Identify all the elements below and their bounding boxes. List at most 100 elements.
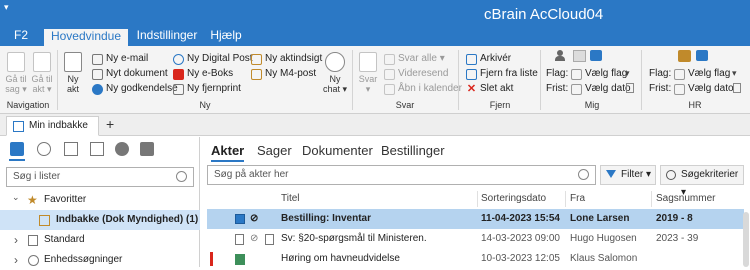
reply-caret-icon: ▾ — [365, 84, 371, 94]
document-tab-my-inbox[interactable]: Min indbakke (1) — [6, 116, 99, 149]
separator — [540, 50, 541, 110]
chevron-down-icon[interactable]: ⌄ — [12, 187, 20, 207]
acts-search-input[interactable]: Søg på akter her — [207, 165, 596, 185]
remove-list-icon — [466, 68, 477, 80]
person-icon — [555, 50, 565, 62]
chevron-right-icon[interactable]: › — [14, 250, 18, 270]
active-view-indicator — [9, 159, 25, 161]
priority-marker — [210, 252, 213, 266]
chevron-right-icon[interactable]: › — [14, 230, 18, 250]
row-title: Høring om havneudvidelse — [281, 253, 400, 264]
mig-more-caret-icon[interactable]: ▾ — [625, 68, 630, 79]
hr-settings-icon[interactable] — [733, 83, 741, 93]
approval-check-icon — [92, 83, 103, 95]
reply-all-button[interactable]: Svar alle ▾ — [384, 53, 445, 65]
hr-flag-select[interactable]: Vælg flag — [688, 68, 730, 80]
separator — [352, 50, 353, 110]
hr-deadline-select[interactable]: Vælg dato — [688, 83, 734, 95]
inbox-download-icon[interactable] — [573, 50, 586, 62]
hr-download-icon[interactable] — [678, 50, 691, 62]
tab-cases[interactable]: Sager — [257, 143, 292, 158]
vertical-scrollbar[interactable] — [743, 212, 749, 267]
row-from: Klaus Salomon — [570, 253, 638, 264]
tab-documents[interactable]: Dokumenter — [302, 143, 373, 158]
remove-from-list-button[interactable]: Fjern fra liste — [466, 68, 538, 80]
calendar-icon — [571, 83, 582, 95]
separator — [641, 50, 642, 110]
tree-view-icon[interactable] — [37, 142, 51, 156]
open-in-calendar-button[interactable]: Åbn i kalender — [384, 83, 462, 95]
acts-search-placeholder: Søg på akter her — [214, 169, 289, 180]
row-checkbox-icon[interactable] — [235, 214, 245, 224]
list-view-icon[interactable] — [64, 142, 78, 156]
documents-view-icon[interactable] — [10, 142, 24, 156]
mig-flag-select[interactable]: Vælg flag — [585, 68, 627, 80]
title-bar: ▾ cBrain AcCloud04 — [0, 0, 750, 27]
tab-hovedvindue[interactable]: Hovedvindue — [44, 27, 128, 46]
delete-item-button[interactable]: ✕ Slet akt — [466, 83, 513, 95]
tree-item-unit-searches[interactable]: › Enhedssøgninger — [0, 250, 200, 270]
column-header-title[interactable]: Titel — [281, 193, 300, 204]
tree-item-favorites[interactable]: ⌄ ★ Favoritter — [0, 190, 200, 210]
row-from: Lone Larsen — [570, 213, 630, 224]
column-header-case-number[interactable]: Sagsnummer — [656, 193, 715, 204]
new-m4-post-button[interactable]: Ny M4-post — [251, 68, 316, 80]
new-chat-button[interactable]: Ny chat ▾ — [320, 52, 350, 94]
group-label-svar: Svar — [395, 100, 415, 110]
new-access-request-button[interactable]: Ny aktindsigt — [251, 53, 322, 65]
tree-item-standard[interactable]: › Standard — [0, 230, 200, 250]
search-criteria-button[interactable]: Søgekriterier ▾ — [660, 165, 744, 198]
reply-button[interactable]: Svar ▾ — [355, 52, 381, 94]
reply-envelope-icon — [359, 52, 377, 72]
reply-all-caret-icon: ▾ — [439, 53, 445, 64]
tab-hjaelp[interactable]: Hjælp — [206, 27, 246, 46]
new-email-button[interactable]: Ny e-mail — [92, 53, 148, 65]
column-header-sort-date[interactable]: Sorteringsdato — [481, 193, 546, 204]
hr-case-folder-icon[interactable] — [696, 50, 708, 61]
list-search-input[interactable]: Søg i lister — [6, 167, 194, 187]
people-view-icon[interactable] — [115, 142, 129, 156]
tab-acts[interactable]: Akter — [211, 143, 244, 158]
new-item-button[interactable]: Ny akt — [60, 52, 86, 94]
inbox-icon — [13, 121, 24, 132]
table-row[interactable]: Høring om havneudvidelse 10-03-2023 12:0… — [207, 249, 744, 269]
new-m4-post-label: Ny M4-post — [265, 68, 317, 79]
goto-case-button[interactable]: Gå til sag ▾ — [4, 52, 28, 94]
search-criteria-icon — [666, 170, 676, 180]
forward-icon — [384, 68, 395, 80]
new-remote-print-button[interactable]: Ny fjernprint — [173, 83, 241, 95]
new-email-label: Ny e-mail — [106, 53, 149, 64]
folders-view-icon[interactable] — [140, 142, 154, 156]
new-approval-button[interactable]: Ny godkendelse — [92, 83, 178, 95]
group-label-hr: HR — [688, 100, 702, 110]
separator — [458, 50, 459, 110]
envelope-icon — [92, 53, 103, 65]
quick-access-caret-icon[interactable]: ▾ — [4, 2, 9, 13]
new-document-button[interactable]: Nyt dokument — [92, 68, 168, 80]
hr-more-caret-icon[interactable]: ▾ — [732, 68, 737, 79]
search-icon — [176, 171, 187, 182]
tree-item-inbox[interactable]: Indbakke (Dok Myndighed) (1) — [0, 210, 200, 230]
row-case-number: 2023 - 39 — [656, 233, 699, 244]
filter-button[interactable]: Filter ▾ — [600, 165, 656, 185]
goto-item-button[interactable]: Gå til akt ▾ — [30, 52, 54, 94]
new-digital-post-button[interactable]: Ny Digital Post — [173, 53, 253, 65]
new-eboks-button[interactable]: Ny e-Boks — [173, 68, 233, 80]
filter-caret-icon: ▾ — [646, 169, 652, 180]
calendar-icon — [674, 83, 685, 95]
case-folder-icon[interactable] — [590, 50, 602, 61]
tab-indstillinger[interactable]: Indstillinger — [128, 27, 206, 46]
column-header-from[interactable]: Fra — [570, 193, 585, 204]
table-row[interactable]: ⊘ Sv: §20-spørgsmål til Ministeren. 14-0… — [207, 229, 744, 249]
add-tab-button[interactable]: + — [106, 116, 114, 132]
forward-button[interactable]: Videresend — [384, 68, 448, 80]
tab-orders[interactable]: Bestillinger — [381, 143, 445, 158]
table-row[interactable]: ⊘ Bestilling: Inventar 11-04-2023 15:54 … — [207, 209, 744, 229]
search-view-icon[interactable] — [90, 142, 104, 156]
hr-flag-label: Flag: — [649, 68, 672, 79]
column-separator — [651, 191, 652, 207]
tab-f2[interactable]: F2 — [0, 27, 42, 46]
mig-settings-icon[interactable] — [626, 83, 634, 93]
archive-button[interactable]: Arkivér — [466, 53, 511, 65]
mig-deadline-select[interactable]: Vælg dato — [585, 83, 631, 95]
